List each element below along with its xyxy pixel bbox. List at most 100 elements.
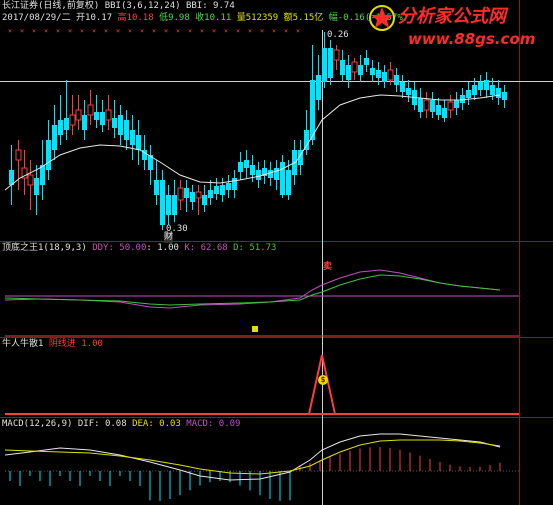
candle — [214, 178, 219, 200]
x-marker: × — [188, 27, 192, 35]
x-marker: × — [116, 27, 120, 35]
x-marker: × — [44, 27, 48, 35]
x-marker: × — [8, 27, 12, 35]
candle — [394, 68, 399, 92]
x-marker: × — [128, 27, 132, 35]
amount: 额5.15亿 — [283, 13, 324, 23]
candle — [75, 95, 82, 130]
candle — [382, 65, 387, 88]
candle-body-down — [124, 120, 129, 140]
x-marker: × — [296, 27, 300, 35]
x-marker: × — [272, 27, 276, 35]
candle — [262, 160, 267, 184]
candle-body-down — [208, 190, 213, 198]
candle — [328, 40, 333, 85]
candle — [400, 75, 405, 98]
candle-body-down — [370, 68, 375, 75]
x-marker: × — [56, 27, 60, 35]
x-marker: × — [20, 27, 24, 35]
high-price-label: 0.26 — [327, 30, 349, 40]
x-marker: × — [164, 27, 168, 35]
x-marker: × — [176, 27, 180, 35]
bbi-value: BBI: 9.74 — [185, 1, 235, 11]
candle-body-down — [442, 108, 447, 118]
d-value: D: 51.73 — [233, 243, 277, 253]
candle — [190, 185, 195, 210]
candle-body-down — [382, 72, 387, 82]
candle — [423, 92, 430, 118]
candle-body-down — [502, 92, 507, 100]
candle — [34, 165, 39, 215]
candle — [447, 95, 454, 118]
dea-value: DEA: 0.03 — [132, 419, 181, 429]
candle — [430, 92, 435, 118]
candle — [124, 110, 129, 150]
candle — [118, 105, 123, 145]
finance-marker[interactable]: 财 — [164, 232, 174, 243]
candle-body-down — [358, 65, 363, 75]
candle-body-down — [364, 58, 369, 65]
candle — [351, 58, 358, 80]
candle — [274, 160, 279, 190]
candle — [58, 95, 63, 145]
candle-body-down — [394, 75, 399, 85]
candle-body-down — [328, 48, 333, 78]
candle-body-down — [130, 130, 135, 145]
candle — [160, 170, 165, 230]
candle-body-down — [46, 140, 51, 170]
candle — [460, 88, 465, 110]
candle-body-down — [430, 100, 435, 112]
candle-body-down — [154, 180, 159, 195]
candle-body-down — [136, 135, 141, 150]
ddy-signal-square — [252, 326, 258, 332]
indicator2-name: 顶底之王1(18,9,3) — [2, 243, 87, 253]
candle-body-down — [436, 105, 441, 115]
candle — [226, 175, 231, 198]
candle — [82, 100, 87, 140]
candle — [256, 162, 261, 188]
candle — [177, 180, 184, 210]
x-marker: × — [92, 27, 96, 35]
candle — [136, 120, 141, 165]
open-price: 开10.17 — [76, 13, 113, 23]
stock-title: 长江证券(日线,前复权) — [2, 1, 100, 11]
candle — [238, 152, 243, 180]
candle-body-down — [418, 98, 423, 112]
candle — [94, 95, 99, 128]
candle — [105, 95, 112, 130]
candle-body-down — [460, 95, 465, 103]
candle-body-down — [226, 183, 231, 190]
candle-body-down — [268, 170, 273, 178]
candle-body-up — [177, 187, 184, 201]
candle — [15, 140, 22, 190]
candle-body-down — [466, 90, 471, 98]
candle — [195, 185, 202, 215]
candle — [370, 60, 375, 82]
candle — [202, 185, 207, 212]
low-price: 低9.98 — [159, 13, 190, 23]
candle — [280, 155, 285, 198]
candle — [69, 95, 76, 135]
candle — [340, 50, 345, 82]
brand-url: www.88gs.com — [408, 30, 536, 48]
candle-body-down — [256, 170, 261, 180]
candle — [502, 85, 507, 108]
x-marker: × — [80, 27, 84, 35]
candle-body-down — [484, 80, 489, 90]
x-marker: × — [152, 27, 156, 35]
candle — [9, 145, 14, 205]
candle-body-down — [64, 118, 69, 130]
candle — [208, 180, 213, 205]
dif-line — [4, 433, 501, 481]
candle — [346, 55, 351, 88]
candle-body-up — [15, 149, 22, 161]
candle — [454, 92, 459, 115]
candle-body-down — [52, 125, 57, 150]
indicator3-line-label: 阴线进 — [48, 339, 76, 349]
candle-body-down — [340, 60, 345, 75]
candle-body-down — [400, 82, 405, 92]
candle-body-down — [100, 112, 105, 125]
candle — [112, 100, 117, 138]
bar-date: 2017/08/29/二 — [2, 13, 71, 23]
candle — [166, 185, 171, 225]
